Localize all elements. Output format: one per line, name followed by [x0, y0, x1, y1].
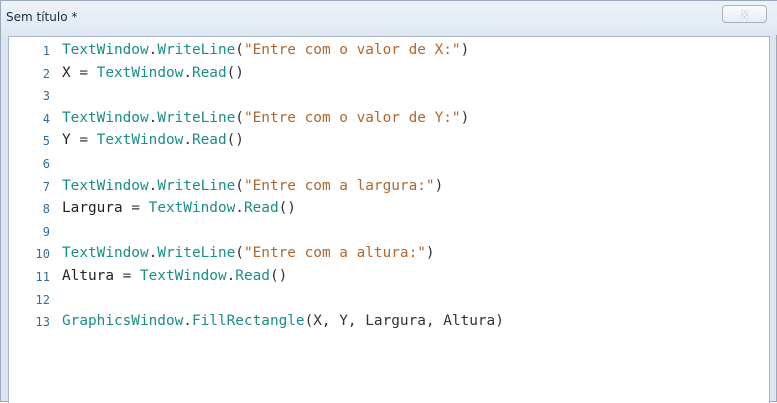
- code-text[interactable]: TextWindow.WriteLine("Entre com a largur…: [62, 178, 443, 194]
- code-line[interactable]: 8 Largura = TextWindow.Read(): [9, 199, 769, 222]
- line-number: 11: [35, 269, 50, 284]
- code-token: (: [235, 177, 244, 194]
- code-token: .: [148, 245, 158, 262]
- code-token: ): [434, 177, 444, 194]
- code-token: TextWindow: [139, 267, 227, 284]
- code-token: TextWindow: [62, 109, 149, 126]
- line-number: 5: [42, 134, 50, 149]
- code-token: =: [70, 64, 97, 81]
- code-token: TextWindow: [62, 42, 149, 58]
- code-line[interactable]: 7 TextWindow.WriteLine("Entre com a largu…: [9, 177, 769, 200]
- code-token: ): [460, 109, 470, 126]
- code-line[interactable]: 4 TextWindow.WriteLine("Entre com o valor…: [9, 109, 769, 132]
- title-bar[interactable]: Sem título * x: [1, 1, 777, 35]
- code-line[interactable]: 3: [9, 86, 769, 109]
- code-token: (): [226, 132, 244, 149]
- code-token: TextWindow: [62, 245, 149, 262]
- code-token: ): [425, 245, 435, 262]
- code-token: GraphicsWindow: [62, 313, 184, 330]
- code-token: Altura: [62, 267, 114, 284]
- code-token: .: [235, 200, 244, 217]
- code-token: .: [148, 42, 158, 58]
- code-token: Read: [243, 200, 279, 217]
- code-token: Read: [235, 267, 270, 284]
- line-number: 13: [35, 315, 50, 330]
- code-text[interactable]: TextWindow.WriteLine("Entre com o valor …: [62, 42, 469, 58]
- code-token: WriteLine: [157, 245, 236, 262]
- code-text[interactable]: TextWindow.WriteLine("Entre com o valor …: [62, 110, 469, 126]
- code-line[interactable]: 13 GraphicsWindow.FillRectangle(X, Y, Lar…: [9, 312, 769, 335]
- code-token: FillRectangle: [191, 313, 305, 330]
- code-token: TextWindow: [148, 200, 236, 217]
- code-token: TextWindow: [96, 132, 184, 149]
- code-text[interactable]: Y = TextWindow.Read(): [62, 132, 244, 148]
- code-lines: 1 TextWindow.WriteLine("Entre com o valor…: [9, 41, 769, 335]
- code-text[interactable]: Altura = TextWindow.Read(): [62, 268, 287, 284]
- code-token: (: [235, 109, 244, 126]
- code-token: ): [460, 42, 470, 58]
- code-token: Read: [191, 64, 227, 81]
- code-token: TextWindow: [62, 177, 149, 194]
- code-line[interactable]: 5Y = TextWindow.Read(): [9, 131, 769, 154]
- code-text[interactable]: X = TextWindow.Read(): [62, 65, 244, 81]
- code-token: .: [183, 132, 192, 149]
- code-token: =: [70, 132, 97, 149]
- code-token: (): [269, 267, 288, 284]
- code-token: X: [62, 64, 71, 81]
- line-number: 9: [42, 224, 50, 239]
- code-token: "Entre com o valor de X:": [243, 42, 461, 58]
- close-button[interactable]: x: [722, 5, 767, 23]
- code-token: .: [148, 177, 158, 194]
- window-title: Sem título *: [6, 10, 78, 24]
- code-token: WriteLine: [157, 42, 236, 58]
- line-number: 2: [42, 66, 50, 81]
- code-token: =: [113, 267, 140, 284]
- line-number: 12: [35, 292, 50, 307]
- line-number: 7: [42, 179, 50, 194]
- code-token: WriteLine: [157, 109, 236, 126]
- code-editor[interactable]: 1 TextWindow.WriteLine("Entre com o valor…: [8, 36, 770, 403]
- editor-window: Sem título * x 1 TextWindow.WriteLine("En…: [0, 0, 777, 403]
- line-number: 1: [42, 44, 50, 58]
- code-line[interactable]: 1 TextWindow.WriteLine("Entre com o valor…: [9, 41, 769, 64]
- code-token: =: [122, 200, 149, 217]
- code-token: "Entre com o valor de Y:": [243, 109, 461, 126]
- code-token: (): [278, 200, 296, 217]
- code-token: .: [226, 267, 236, 284]
- code-token: .: [148, 109, 158, 126]
- code-token: (: [235, 245, 244, 262]
- line-number: 3: [42, 89, 50, 104]
- code-line[interactable]: 9: [9, 222, 769, 245]
- code-line[interactable]: 10 TextWindow.WriteLine("Entre com a altu…: [9, 244, 769, 267]
- code-token: (: [235, 42, 244, 58]
- code-text[interactable]: GraphicsWindow.FillRectangle(X, Y, Largu…: [62, 313, 504, 329]
- code-line[interactable]: 6: [9, 154, 769, 177]
- code-token: Y: [62, 132, 71, 149]
- line-number: 4: [42, 111, 50, 126]
- code-token: .: [183, 313, 192, 330]
- code-token: WriteLine: [157, 177, 236, 194]
- code-line[interactable]: 12: [9, 290, 769, 313]
- code-token: "Entre com a altura:": [243, 245, 426, 262]
- code-text[interactable]: TextWindow.WriteLine("Entre com a altura…: [62, 245, 435, 261]
- code-token: (X, Y, Largura, Altura): [304, 313, 504, 330]
- code-token: .: [183, 64, 192, 81]
- code-line[interactable]: 2X = TextWindow.Read(): [9, 64, 769, 87]
- code-token: Largura: [62, 200, 123, 217]
- close-icon: x: [740, 7, 749, 21]
- line-number: 6: [42, 156, 50, 171]
- line-number: 8: [42, 202, 50, 217]
- code-token: TextWindow: [96, 64, 184, 81]
- code-token: (): [226, 64, 244, 81]
- code-text[interactable]: Largura = TextWindow.Read(): [62, 200, 296, 216]
- code-token: Read: [191, 132, 227, 149]
- line-number: 10: [35, 247, 50, 262]
- code-line[interactable]: 11 Altura = TextWindow.Read(): [9, 267, 769, 290]
- code-token: "Entre com a largura:": [243, 177, 435, 194]
